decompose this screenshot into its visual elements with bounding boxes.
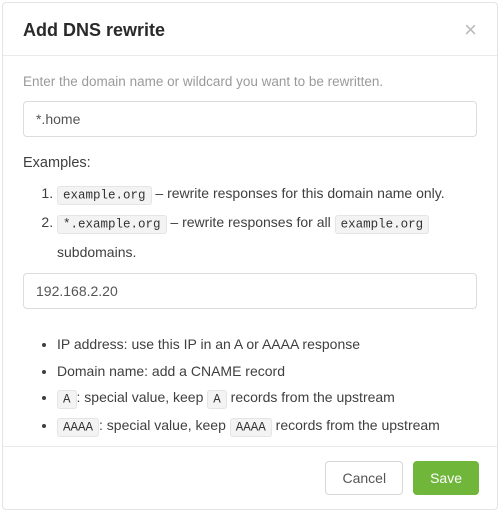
note-text: : special value, keep xyxy=(77,389,208,405)
close-icon[interactable]: × xyxy=(464,19,477,41)
example-text: subdomains. xyxy=(57,244,136,260)
list-item: *.example.org – rewrite responses for al… xyxy=(57,208,477,267)
example-inline-code: example.org xyxy=(335,215,430,234)
example-text: – rewrite responses for this domain name… xyxy=(152,185,445,201)
example-code: example.org xyxy=(57,186,152,205)
note-code: AAAA xyxy=(57,418,99,437)
list-item: Domain name: add a CNAME record xyxy=(57,358,477,385)
dns-rewrite-modal: Add DNS rewrite × Enter the domain name … xyxy=(2,2,498,510)
notes-list: IP address: use this IP in an A or AAAA … xyxy=(23,331,477,440)
note-code: A xyxy=(57,390,77,409)
examples-label: Examples: xyxy=(23,155,477,171)
note-text: records from the upstream xyxy=(227,389,395,405)
save-button[interactable]: Save xyxy=(413,461,479,495)
example-text: – rewrite responses for all xyxy=(167,214,335,230)
list-item: A: special value, keep A records from th… xyxy=(57,384,477,412)
note-text: IP address: use this IP in an A or AAAA … xyxy=(57,336,360,352)
modal-body: Enter the domain name or wildcard you wa… xyxy=(3,56,497,446)
domain-input[interactable] xyxy=(23,101,477,137)
modal-title: Add DNS rewrite xyxy=(23,20,165,41)
note-code: AAAA xyxy=(230,418,272,437)
note-code: A xyxy=(207,390,227,409)
note-text: : special value, keep xyxy=(99,417,230,433)
example-code: *.example.org xyxy=(57,215,167,234)
list-item: IP address: use this IP in an A or AAAA … xyxy=(57,331,477,358)
note-text: records from the upstream xyxy=(272,417,440,433)
cancel-button[interactable]: Cancel xyxy=(325,461,403,495)
list-item: AAAA: special value, keep AAAA records f… xyxy=(57,412,477,440)
note-text: Domain name: add a CNAME record xyxy=(57,363,285,379)
list-item: example.org – rewrite responses for this… xyxy=(57,179,477,208)
answer-input[interactable] xyxy=(23,273,477,309)
examples-list: example.org – rewrite responses for this… xyxy=(23,179,477,267)
modal-header: Add DNS rewrite × xyxy=(3,3,497,56)
modal-footer: Cancel Save xyxy=(3,446,497,509)
domain-helper-text: Enter the domain name or wildcard you wa… xyxy=(23,74,477,89)
